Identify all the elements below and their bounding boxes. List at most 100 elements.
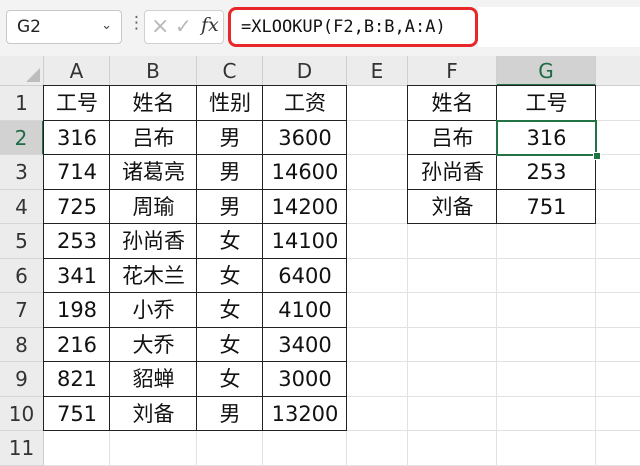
table2-border <box>407 85 596 86</box>
row-header-3[interactable]: 3 <box>0 155 44 190</box>
column-header-g[interactable]: G <box>497 56 596 86</box>
table1-border <box>43 119 347 121</box>
table1-cell[interactable]: 周瑜 <box>110 190 197 225</box>
table2-cell[interactable]: 吕布 <box>408 121 497 156</box>
formula-input-extension[interactable] <box>478 7 640 47</box>
vertical-dots-icon[interactable]: ⋮ <box>128 13 145 33</box>
table1-cell[interactable]: 女 <box>197 293 263 328</box>
column-header-f[interactable]: F <box>408 56 497 86</box>
table1-border <box>43 395 347 397</box>
select-all-button[interactable] <box>0 56 44 86</box>
table1-cell[interactable]: 男 <box>197 190 263 225</box>
table1-cell[interactable]: 714 <box>44 155 110 190</box>
table1-cell[interactable]: 3400 <box>263 328 347 363</box>
table1-cell[interactable]: 刘备 <box>110 397 197 432</box>
table1-cell[interactable]: 3000 <box>263 362 347 397</box>
row-header-4[interactable]: 4 <box>0 189 44 224</box>
table1-cell[interactable]: 316 <box>44 121 110 156</box>
table1-cell[interactable]: 大乔 <box>110 328 197 363</box>
table1-border <box>43 154 347 155</box>
column-header-a[interactable]: A <box>44 56 110 86</box>
row-header-5[interactable]: 5 <box>0 224 44 259</box>
table1-header-cell[interactable]: 工号 <box>44 86 110 121</box>
table1-cell[interactable]: 吕布 <box>110 121 197 156</box>
active-cell-selection[interactable] <box>496 119 597 156</box>
table1-border <box>43 86 44 431</box>
table1-border <box>43 257 347 259</box>
row-header-8[interactable]: 8 <box>0 327 44 362</box>
table1-cell[interactable]: 男 <box>197 397 263 432</box>
table1-header-cell[interactable]: 性别 <box>197 86 263 121</box>
table1-border <box>43 326 347 328</box>
table1-border <box>262 86 263 431</box>
row-header-1[interactable]: 1 <box>0 86 44 121</box>
table1-header-cell[interactable]: 工资 <box>263 86 347 121</box>
table1-border <box>346 86 347 431</box>
table2-border <box>407 188 596 190</box>
table1-border <box>109 86 110 431</box>
table2-cell[interactable]: 刘备 <box>408 190 497 225</box>
table1-cell[interactable]: 14100 <box>263 224 347 259</box>
table1-cell[interactable]: 貂蝉 <box>110 362 197 397</box>
table1-cell[interactable]: 341 <box>44 259 110 294</box>
table1-cell[interactable]: 女 <box>197 259 263 294</box>
table1-header-cell[interactable]: 姓名 <box>110 86 197 121</box>
formula-input[interactable]: =XLOOKUP(F2,B:B,A:A) <box>228 7 478 47</box>
row-header-7[interactable]: 7 <box>0 293 44 328</box>
fx-icon[interactable]: fx <box>201 14 219 36</box>
x-icon[interactable]: × <box>151 14 169 39</box>
formula-buttons: × ✓ fx <box>144 10 224 44</box>
table2-cell[interactable]: 751 <box>497 190 596 225</box>
table1-border <box>43 223 347 224</box>
table1-cell[interactable]: 小乔 <box>110 293 197 328</box>
formula-text: =XLOOKUP(F2,B:B,A:A) <box>241 17 446 37</box>
chevron-down-icon[interactable]: ⌄ <box>101 18 112 33</box>
table1-cell[interactable]: 女 <box>197 224 263 259</box>
row-header-2[interactable]: 2 <box>0 120 44 155</box>
table1-cell[interactable]: 14200 <box>263 190 347 225</box>
row-header-10[interactable]: 10 <box>0 396 44 431</box>
table1-border <box>43 430 347 431</box>
table1-cell[interactable]: 253 <box>44 224 110 259</box>
table1-cell[interactable]: 男 <box>197 155 263 190</box>
table1-cell[interactable]: 4100 <box>263 293 347 328</box>
table1-cell[interactable]: 198 <box>44 293 110 328</box>
table1-border <box>196 86 197 431</box>
table2-border <box>407 223 596 224</box>
table1-cell[interactable]: 751 <box>44 397 110 432</box>
table2-header-cell[interactable]: 工号 <box>497 86 596 121</box>
name-box-value: G2 <box>17 17 41 37</box>
table1-cell[interactable]: 女 <box>197 362 263 397</box>
name-box[interactable]: G2 ⌄ <box>6 10 122 44</box>
table1-cell[interactable]: 花木兰 <box>110 259 197 294</box>
row-header-9[interactable]: 9 <box>0 362 44 397</box>
formula-bar-area: G2 ⌄ ⋮ × ✓ fx =XLOOKUP(F2,B:B,A:A) <box>0 0 640 57</box>
table2-header-cell[interactable]: 姓名 <box>408 86 497 121</box>
table1-cell[interactable]: 6400 <box>263 259 347 294</box>
column-header-d[interactable]: D <box>263 56 347 86</box>
table1-cell[interactable]: 13200 <box>263 397 347 432</box>
column-header-e[interactable]: E <box>347 56 408 86</box>
table1-cell[interactable]: 男 <box>197 121 263 156</box>
table1-border <box>43 188 347 190</box>
table2-border <box>407 86 408 224</box>
row-header-6[interactable]: 6 <box>0 258 44 293</box>
table1-cell[interactable]: 诸葛亮 <box>110 155 197 190</box>
table1-cell[interactable]: 821 <box>44 362 110 397</box>
table1-cell[interactable]: 3600 <box>263 121 347 156</box>
check-icon[interactable]: ✓ <box>175 14 192 38</box>
row-header-11[interactable]: 11 <box>0 431 44 466</box>
table1-cell[interactable]: 725 <box>44 190 110 225</box>
table2-cell[interactable]: 253 <box>497 155 596 190</box>
gridline <box>44 464 640 466</box>
column-header-c[interactable]: C <box>197 56 263 86</box>
table1-cell[interactable]: 216 <box>44 328 110 363</box>
column-header-filler <box>596 56 640 86</box>
table1-cell[interactable]: 14600 <box>263 155 347 190</box>
table1-border <box>43 292 347 293</box>
table1-cell[interactable]: 孙尚香 <box>110 224 197 259</box>
column-header-b[interactable]: B <box>110 56 197 86</box>
table2-cell[interactable]: 孙尚香 <box>408 155 497 190</box>
table1-cell[interactable]: 女 <box>197 328 263 363</box>
fill-handle[interactable] <box>593 152 601 160</box>
